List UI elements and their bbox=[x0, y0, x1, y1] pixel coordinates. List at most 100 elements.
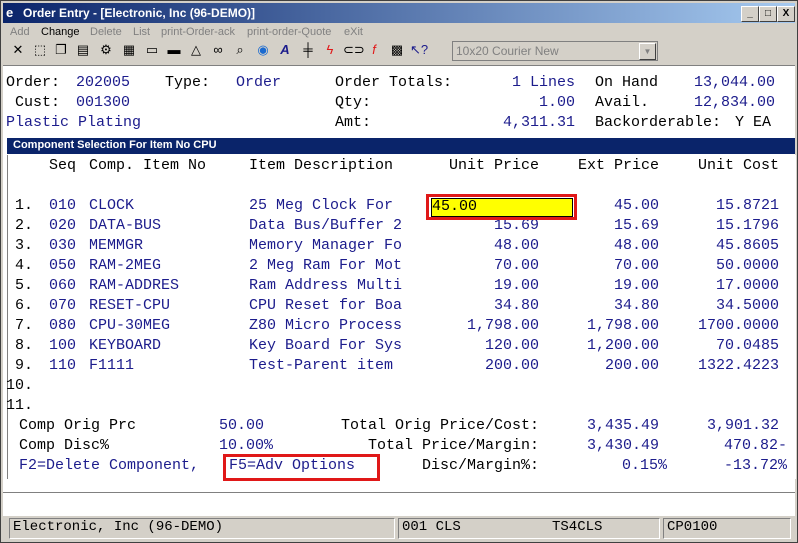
row-ext-price: 70.00 bbox=[613, 257, 659, 274]
qty-label: Qty: bbox=[335, 94, 372, 111]
order-value[interactable]: 202005 bbox=[76, 74, 130, 92]
row-unit-price[interactable]: 200.00 bbox=[421, 357, 539, 375]
component-selection-header: Component Selection For Item No CPU bbox=[7, 138, 795, 154]
ruler-icon[interactable]: ╪ bbox=[299, 41, 317, 59]
menu-list[interactable]: List bbox=[133, 26, 150, 38]
row-comp-item-no[interactable]: CPU-30MEG bbox=[89, 317, 170, 335]
bell-icon[interactable]: △ bbox=[187, 41, 205, 59]
menu-add[interactable]: Add bbox=[10, 26, 30, 38]
note-icon[interactable]: ▭ bbox=[143, 41, 161, 59]
folder-icon[interactable]: ▬ bbox=[165, 41, 183, 59]
row-number: 5. bbox=[15, 277, 34, 294]
link-icon[interactable]: ⊂⊃ bbox=[343, 41, 365, 59]
row-seq[interactable]: 080 bbox=[49, 317, 76, 335]
row-number: 9. bbox=[15, 357, 34, 374]
row-unit-price[interactable]: 48.00 bbox=[421, 237, 539, 255]
browse-icon[interactable]: ▦ bbox=[120, 41, 138, 59]
row-number: 10. bbox=[6, 377, 34, 394]
row-seq[interactable]: 020 bbox=[49, 217, 76, 235]
highlight-unit-price bbox=[426, 194, 577, 220]
font-a-icon[interactable]: A bbox=[276, 41, 294, 59]
close-x-icon[interactable]: ✕ bbox=[9, 41, 27, 59]
row-comp-item-no[interactable]: DATA-BUS bbox=[89, 217, 161, 235]
function-icon[interactable]: f bbox=[365, 41, 383, 59]
backorderable-value: Y EA bbox=[735, 114, 772, 131]
row-unit-price[interactable]: 34.80 bbox=[421, 297, 539, 315]
row-seq[interactable]: 100 bbox=[49, 337, 76, 355]
row-unit-price[interactable]: 19.00 bbox=[421, 277, 539, 295]
lightning-icon[interactable]: ϟ bbox=[321, 41, 339, 59]
row-unit-cost: 15.8721 bbox=[715, 197, 779, 214]
row-seq[interactable]: 010 bbox=[49, 197, 76, 215]
menu-print-order-ack[interactable]: print-Order-ack bbox=[161, 26, 235, 38]
menu-change[interactable]: Change bbox=[41, 26, 80, 38]
grid-icon[interactable]: ▩ bbox=[388, 41, 406, 59]
row-unit-cost: 45.8605 bbox=[715, 237, 779, 254]
settings-icon[interactable]: ⚙ bbox=[97, 41, 115, 59]
row-comp-item-no[interactable]: CLOCK bbox=[89, 197, 134, 215]
title-bar[interactable]: e Order Entry - [Electronic, Inc (96-DEM… bbox=[3, 3, 795, 23]
search-icon[interactable]: ⌕ bbox=[231, 41, 249, 59]
status-bar: Electronic, Inc (96-DEMO) 001 CLS TS4CLS … bbox=[3, 516, 795, 540]
row-comp-item-no[interactable]: KEYBOARD bbox=[89, 337, 161, 355]
row-unit-price[interactable]: 1,798.00 bbox=[421, 317, 539, 335]
row-seq[interactable]: 030 bbox=[49, 237, 76, 255]
disc-margin-label: Disc/Margin%: bbox=[421, 457, 539, 474]
minimize-button[interactable]: _ bbox=[741, 6, 759, 22]
row-unit-price[interactable]: 70.00 bbox=[421, 257, 539, 275]
status-company: Electronic, Inc (96-DEMO) bbox=[9, 518, 395, 539]
col-item-description: Item Description bbox=[249, 157, 394, 174]
row-comp-item-no[interactable]: MEMMGR bbox=[89, 237, 143, 255]
toolbar: ✕ ⬚ ❐ ▤ ⚙ ▦ ▭ ▬ △ ∞ ⌕ ◉ A ╪ ϟ ⊂⊃ f ▩ ↖? bbox=[3, 40, 795, 62]
comp-orig-prc-value[interactable]: 50.00 bbox=[219, 417, 264, 435]
row-item-description: Test-Parent item bbox=[249, 357, 394, 374]
row-ext-price: 200.00 bbox=[604, 357, 659, 374]
backorderable-label: Backorderable: bbox=[595, 114, 722, 131]
divider bbox=[3, 492, 795, 494]
font-select-value: 10x20 Courier New bbox=[456, 44, 559, 58]
row-unit-price[interactable]: 120.00 bbox=[421, 337, 539, 355]
close-button[interactable]: X bbox=[777, 6, 795, 22]
cust-label: Cust: bbox=[15, 94, 61, 111]
chevron-down-icon[interactable]: ▼ bbox=[639, 43, 656, 60]
cust-value[interactable]: 001300 bbox=[76, 94, 130, 112]
row-seq[interactable]: 060 bbox=[49, 277, 76, 295]
binoculars-icon[interactable]: ∞ bbox=[209, 41, 227, 59]
total-price: 3,430.49 bbox=[586, 437, 659, 454]
row-item-description: Ram Address Multi bbox=[249, 277, 403, 294]
row-comp-item-no[interactable]: RAM-2MEG bbox=[89, 257, 161, 275]
row-seq[interactable]: 050 bbox=[49, 257, 76, 275]
row-ext-price: 19.00 bbox=[613, 277, 659, 294]
avail-label: Avail. bbox=[595, 94, 650, 111]
select-icon[interactable]: ⬚ bbox=[31, 41, 49, 59]
row-item-description: 2 Meg Ram For Mot bbox=[249, 257, 403, 274]
order-totals-label: Order Totals: bbox=[335, 74, 453, 91]
globe-icon[interactable]: ◉ bbox=[254, 41, 272, 59]
row-comp-item-no[interactable]: RAM-ADDRES bbox=[89, 277, 179, 295]
row-ext-price: 1,200.00 bbox=[586, 337, 659, 354]
copy-icon[interactable]: ❐ bbox=[52, 41, 70, 59]
row-comp-item-no[interactable]: RESET-CPU bbox=[89, 297, 170, 315]
menu-print-order-quote[interactable]: print-order-Quote bbox=[247, 26, 331, 38]
row-seq[interactable]: 110 bbox=[49, 357, 76, 375]
menu-delete[interactable]: Delete bbox=[90, 26, 122, 38]
col-unit-cost: Unit Cost bbox=[697, 157, 779, 174]
lines-value: 1 Lines bbox=[511, 74, 575, 91]
type-value[interactable]: Order bbox=[236, 74, 281, 92]
maximize-button[interactable]: □ bbox=[759, 6, 777, 22]
comp-orig-prc-label: Comp Orig Prc bbox=[19, 417, 137, 434]
row-seq[interactable]: 070 bbox=[49, 297, 76, 315]
row-item-description: Key Board For Sys bbox=[249, 337, 403, 354]
col-seq: Seq bbox=[49, 157, 77, 174]
row-comp-item-no[interactable]: F1111 bbox=[89, 357, 134, 375]
row-number: 11. bbox=[6, 397, 34, 414]
f2-delete-hint[interactable]: F2=Delete Component, bbox=[19, 457, 199, 475]
row-item-description: CPU Reset for Boa bbox=[249, 297, 403, 314]
paste-icon[interactable]: ▤ bbox=[74, 41, 92, 59]
menu-exit[interactable]: eXit bbox=[344, 26, 363, 38]
comp-disc-value[interactable]: 10.00% bbox=[219, 437, 273, 455]
status-user: 001 CLS TS4CLS bbox=[398, 518, 660, 539]
help-pointer-icon[interactable]: ↖? bbox=[410, 41, 428, 59]
row-unit-cost: 34.5000 bbox=[715, 297, 779, 314]
font-select[interactable]: 10x20 Courier New ▼ bbox=[452, 41, 658, 61]
